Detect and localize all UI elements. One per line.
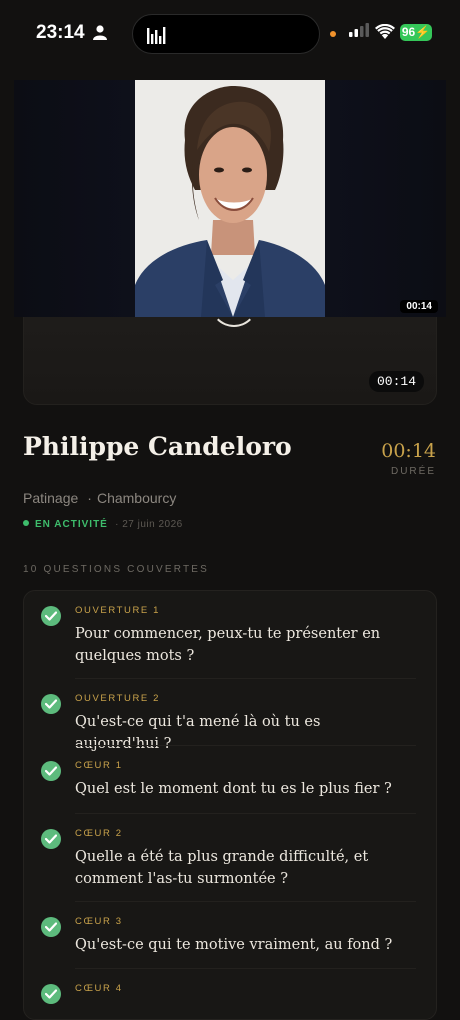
question-tag: CŒUR 4 [75, 983, 123, 994]
check-icon [41, 829, 61, 849]
question-tag: CŒUR 3 [75, 916, 123, 927]
meta-separator: · [87, 490, 92, 506]
check-icon [41, 917, 61, 937]
question-tag: CŒUR 1 [75, 760, 123, 771]
question-tag: OUVERTURE 2 [75, 693, 160, 704]
list-item[interactable]: CŒUR 4 [24, 969, 436, 1019]
list-item[interactable]: CŒUR 1 Quel est le moment dont tu es le … [24, 746, 436, 814]
camera-in-use-indicator [330, 31, 336, 37]
dynamic-island[interactable] [132, 14, 320, 54]
location-text: Chambourcy [96, 490, 177, 506]
question-tag: CŒUR 2 [75, 828, 123, 839]
list-item[interactable]: CŒUR 2 Quelle a été ta plus grande diffi… [24, 814, 436, 902]
status-date: · 27 juin 2026 [111, 519, 183, 530]
status-badge: EN ACTIVITÉ [35, 519, 108, 530]
status-bar: 23:14 96⚡ [0, 0, 460, 70]
question-tag: OUVERTURE 1 [75, 605, 160, 616]
picture-in-picture-video[interactable]: 00:14 [14, 80, 446, 317]
check-icon [41, 694, 61, 714]
question-text: Quel est le moment dont tu es le plus fi… [75, 781, 392, 797]
check-icon [41, 761, 61, 781]
video-timestamp: 00:14 [400, 300, 438, 313]
check-icon [41, 606, 61, 626]
date-text: 27 juin 2026 [122, 519, 183, 530]
list-item[interactable]: OUVERTURE 2 Qu'est-ce qui t'a mené là où… [24, 679, 436, 752]
status-time: 23:14 [36, 22, 85, 43]
audio-bars-icon [147, 27, 166, 44]
player-timestamp: 00:14 [368, 371, 424, 392]
duration-value: 00:14 [381, 440, 436, 462]
cellular-signal-icon [349, 23, 369, 37]
question-text: Pour commencer, peux-tu te présenter en … [75, 626, 381, 664]
status-dot-icon [23, 520, 29, 526]
battery-level: 96 [401, 25, 416, 39]
person-icon [93, 25, 107, 40]
list-item[interactable]: CŒUR 3 Qu'est-ce qui te motive vraiment,… [24, 902, 436, 969]
activity-status: EN ACTIVITÉ · 27 juin 2026 [23, 519, 183, 530]
interviewee-name: Philippe Candeloro [23, 432, 292, 461]
wifi-icon [375, 24, 395, 39]
battery-indicator: 96⚡ [400, 24, 432, 41]
question-text: Quelle a été ta plus grande difficulté, … [75, 849, 369, 887]
category-text: Patinage [23, 490, 79, 506]
person-portrait-image [135, 80, 325, 317]
question-text: Qu'est-ce qui te motive vraiment, au fon… [75, 937, 393, 953]
profile-meta: Patinage · Chambourcy [23, 490, 176, 506]
questions-count-label: 10 QUESTIONS COUVERTES [23, 564, 210, 575]
list-item[interactable]: OUVERTURE 1 Pour commencer, peux-tu te p… [24, 591, 436, 679]
check-icon [41, 984, 61, 1004]
video-portrait [135, 80, 325, 317]
questions-list: OUVERTURE 1 Pour commencer, peux-tu te p… [23, 590, 437, 1020]
duration-label: DURÉE [390, 466, 436, 477]
